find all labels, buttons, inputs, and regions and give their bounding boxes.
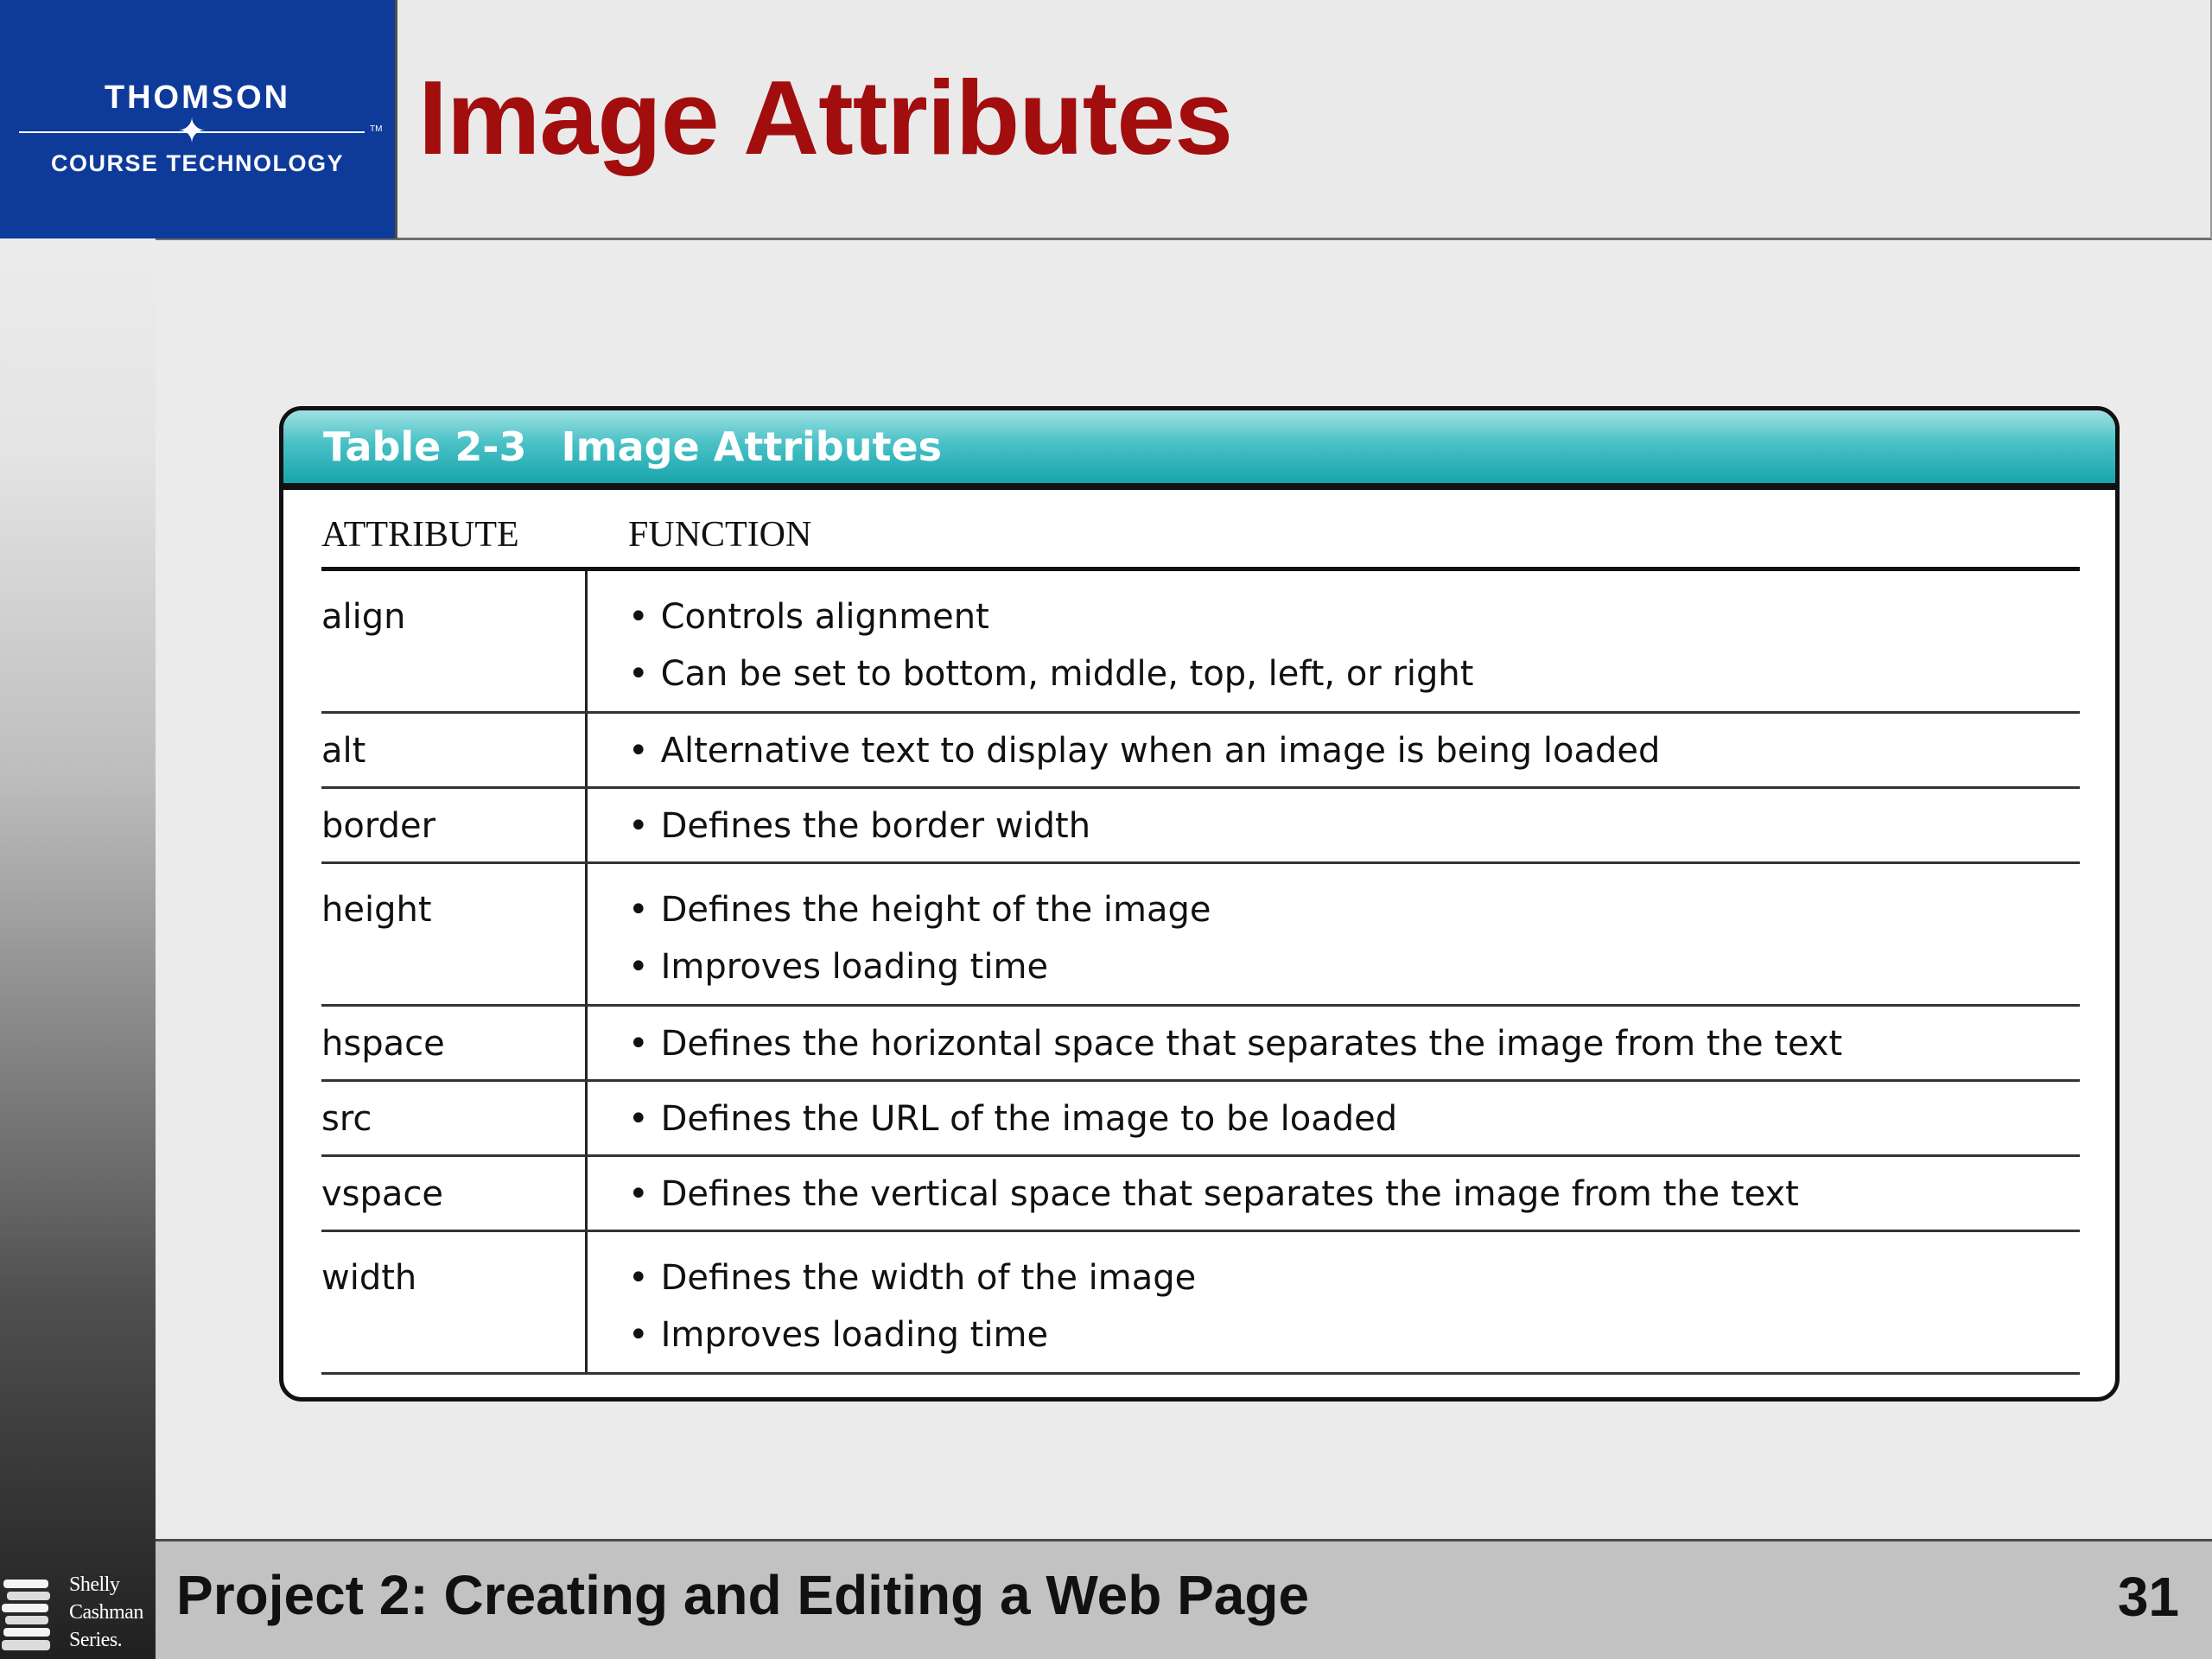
left-gradient-strip: [0, 238, 156, 1659]
table-caption-number: Table 2-3: [323, 423, 527, 470]
function-cell: Defines the height of the image Improves …: [628, 888, 1211, 1002]
function-bullet: Can be set to bottom, middle, top, left,…: [628, 652, 1474, 696]
attribute-cell: src: [321, 1099, 372, 1139]
function-cell: Controls alignment Can be set to bottom, …: [628, 595, 1474, 709]
column-divider: [585, 571, 588, 711]
function-cell: Defines the width of the image Improves l…: [628, 1256, 1197, 1370]
function-cell: Defines the horizontal space that separa…: [628, 1022, 1843, 1079]
column-divider: [585, 714, 588, 786]
table-row: width Defines the width of the image Impro…: [321, 1232, 2080, 1375]
column-divider: [585, 1157, 588, 1230]
function-cell: Defines the border width: [628, 804, 1091, 861]
page-number: 31: [2117, 1566, 2179, 1628]
attribute-cell: border: [321, 806, 436, 846]
series-line: Series.: [69, 1629, 123, 1651]
attribute-cell: alt: [321, 731, 366, 771]
attribute-cell: width: [321, 1258, 417, 1298]
table-header: ATTRIBUTE FUNCTION: [321, 514, 2080, 571]
table-row: hspace Defines the horizontal space that …: [321, 1007, 2080, 1082]
column-divider: [585, 789, 588, 861]
slide-title: Image Attributes: [418, 59, 1233, 176]
series-logo-text: Shelly Cashman Series.: [69, 1571, 156, 1654]
function-bullet: Alternative text to display when an imag…: [628, 729, 1661, 772]
function-bullet: Defines the width of the image: [628, 1256, 1197, 1300]
table-body: align Controls alignment Can be set to bot…: [321, 571, 2080, 1375]
attribute-cell: height: [321, 890, 432, 930]
column-header-function: FUNCTION: [628, 515, 812, 555]
table-row: border Defines the border width: [321, 789, 2080, 864]
attribute-cell: hspace: [321, 1024, 445, 1064]
function-bullet: Controls alignment: [628, 595, 1473, 639]
function-cell: Defines the vertical space that separate…: [628, 1173, 1799, 1230]
table-caption: Table 2-3 Image Attributes: [283, 410, 2115, 490]
table-row: alt Alternative text to display when an i…: [321, 714, 2080, 789]
attribute-cell: align: [321, 597, 406, 637]
function-bullet: Defines the horizontal space that separa…: [628, 1022, 1843, 1065]
thomson-logo: THOMSON ✦ TM COURSE TECHNOLOGY: [0, 0, 397, 238]
function-bullet: Defines the vertical space that separate…: [628, 1173, 1799, 1216]
column-header-attribute: ATTRIBUTE: [321, 515, 519, 555]
function-bullet: Defines the border width: [628, 804, 1091, 848]
function-bullet: Defines the height of the image: [628, 888, 1211, 931]
logo-bottom-text: COURSE TECHNOLOGY: [50, 150, 345, 176]
logo-trademark: TM: [370, 124, 383, 134]
column-divider: [585, 1007, 588, 1079]
table-caption-title: Image Attributes: [561, 423, 943, 470]
table-row: align Controls alignment Can be set to bot…: [321, 571, 2080, 714]
function-bullet: Improves loading time: [628, 1313, 1196, 1357]
function-bullet: Improves loading time: [628, 945, 1211, 988]
attribute-cell: vspace: [321, 1174, 444, 1214]
logo-top-text: THOMSON: [104, 79, 291, 116]
attributes-table: Table 2-3 Image Attributes ATTRIBUTE FUNC…: [279, 406, 2120, 1402]
slide-header: THOMSON ✦ TM COURSE TECHNOLOGY Image Att…: [0, 0, 2212, 240]
function-cell: Defines the URL of the image to be loade…: [628, 1097, 1398, 1154]
column-divider: [585, 1232, 588, 1372]
footer-title: Project 2: Creating and Editing a Web Pa…: [176, 1564, 1310, 1626]
table-row: height Defines the height of the image Imp…: [321, 864, 2080, 1007]
table-row: vspace Defines the vertical space that se…: [321, 1157, 2080, 1232]
function-cell: Alternative text to display when an imag…: [628, 729, 1661, 786]
series-line: Shelly: [69, 1573, 120, 1596]
series-line: Cashman: [69, 1601, 143, 1624]
star-icon: ✦: [177, 112, 207, 150]
column-divider: [585, 864, 588, 1004]
slide-footer: Project 2: Creating and Editing a Web Pa…: [156, 1539, 2212, 1659]
function-bullet: Defines the URL of the image to be loade…: [628, 1097, 1398, 1141]
table-row: src Defines the URL of the image to be lo…: [321, 1082, 2080, 1157]
column-divider: [585, 1082, 588, 1154]
